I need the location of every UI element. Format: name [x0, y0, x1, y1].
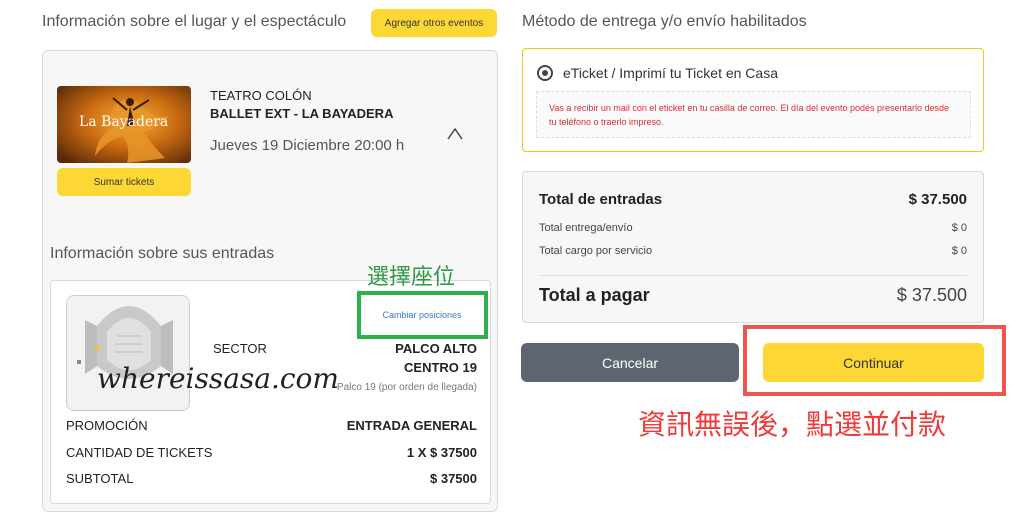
- event-date: Jueves 19 Diciembre 20:00 h: [210, 137, 405, 154]
- event-title: BALLET EXT - LA BAYADERA: [210, 106, 394, 121]
- confirm-pay-annotation: 資訊無誤後，點選並付款: [638, 409, 947, 440]
- chevron-up-icon[interactable]: [445, 125, 465, 143]
- totals-divider: [539, 275, 967, 276]
- sector-note: Palco 19 (por orden de llegada): [336, 382, 477, 393]
- service-value: $ 0: [951, 245, 967, 257]
- entries-section-title: Información sobre sus entradas: [50, 245, 275, 262]
- cancel-button[interactable]: Cancelar: [521, 343, 739, 382]
- quantity-label: CANTIDAD DE TICKETS: [66, 445, 213, 460]
- sector-name: PALCO ALTO: [395, 341, 477, 356]
- event-venue: TEATRO COLÓN: [210, 88, 312, 103]
- delivery-option-card[interactable]: eTicket / Imprimí tu Ticket en Casa Vas …: [522, 48, 984, 152]
- sector-label: SECTOR: [213, 341, 267, 356]
- sector-subname: CENTRO 19: [404, 360, 477, 375]
- total-pay-value: $ 37.500: [896, 285, 967, 305]
- promotion-value: ENTRADA GENERAL: [346, 418, 477, 433]
- promotion-label: PROMOCIÓN: [66, 418, 148, 433]
- add-events-button[interactable]: Agregar otros eventos: [371, 9, 497, 37]
- event-poster: La Bayadera: [57, 86, 191, 163]
- poster-title: La Bayadera: [79, 114, 169, 130]
- delivery-radio[interactable]: [537, 65, 553, 81]
- quantity-value: 1 X $ 37500: [406, 445, 477, 460]
- total-entries-value: $ 37.500: [908, 191, 967, 208]
- select-seats-annotation: 選擇座位: [367, 264, 456, 289]
- total-pay-label: Total a pagar: [539, 285, 650, 305]
- subtotal-label: SUBTOTAL: [66, 471, 134, 486]
- subtotal-value: $ 37500: [430, 471, 477, 486]
- delivery-section-title: Método de entrega y/o envío habilitados: [522, 13, 807, 30]
- service-label: Total cargo por servicio: [539, 245, 653, 257]
- continue-button[interactable]: Continuar: [763, 343, 984, 382]
- add-tickets-button[interactable]: Sumar tickets: [57, 168, 191, 196]
- total-entries-label: Total de entradas: [539, 191, 663, 208]
- shipping-value: $ 0: [951, 222, 967, 234]
- watermark-text: whereissasa.com: [97, 362, 339, 395]
- delivery-option-label[interactable]: eTicket / Imprimí tu Ticket en Casa: [563, 65, 778, 81]
- venue-section-title: Información sobre el lugar y el espectác…: [42, 13, 347, 30]
- select-seats-highlight-frame: [357, 291, 488, 339]
- shipping-label: Total entrega/envío: [539, 222, 633, 234]
- delivery-note: Vas a recibir un mail con el eticket en …: [536, 91, 971, 138]
- totals-summary: Total de entradas $ 37.500 Total entrega…: [522, 171, 984, 323]
